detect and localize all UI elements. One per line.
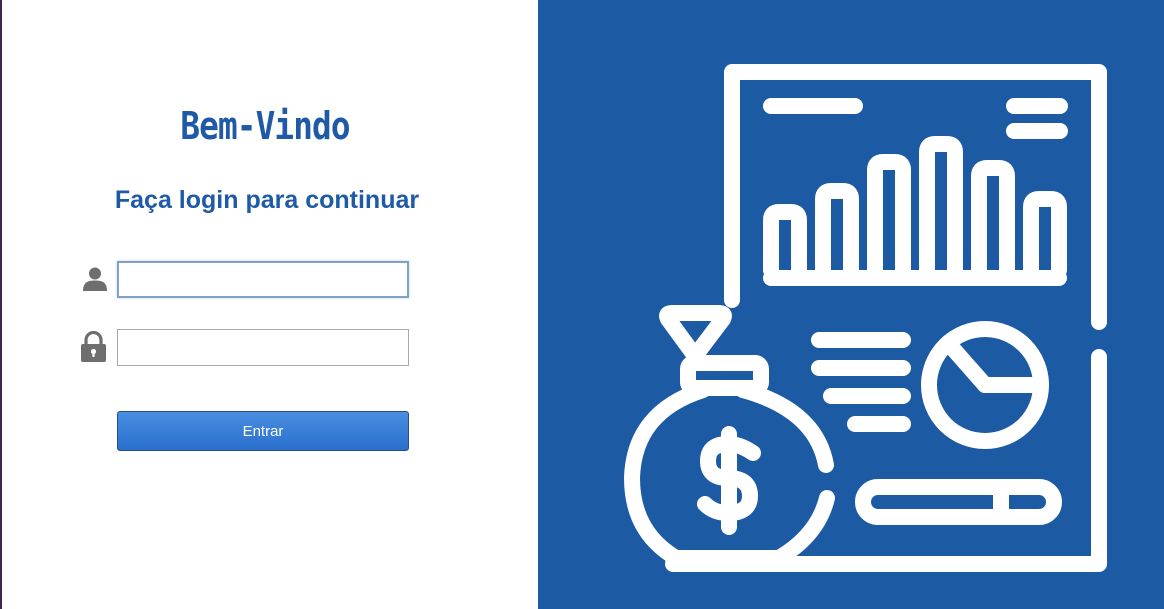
password-input[interactable] [117,329,409,366]
login-page: Bem-Vindo Faça login para continuar Entr… [0,0,1164,609]
login-subtitle: Faça login para continuar [114,186,420,214]
lock-icon [81,331,106,362]
welcome-title: Bem-Vindo [180,104,350,148]
login-button[interactable]: Entrar [117,411,409,451]
username-input[interactable] [117,261,409,298]
financial-report-icon [624,64,1107,572]
login-panel: Bem-Vindo Faça login para continuar Entr… [2,0,538,609]
user-icon [83,267,107,291]
illustration-panel [538,0,1164,609]
